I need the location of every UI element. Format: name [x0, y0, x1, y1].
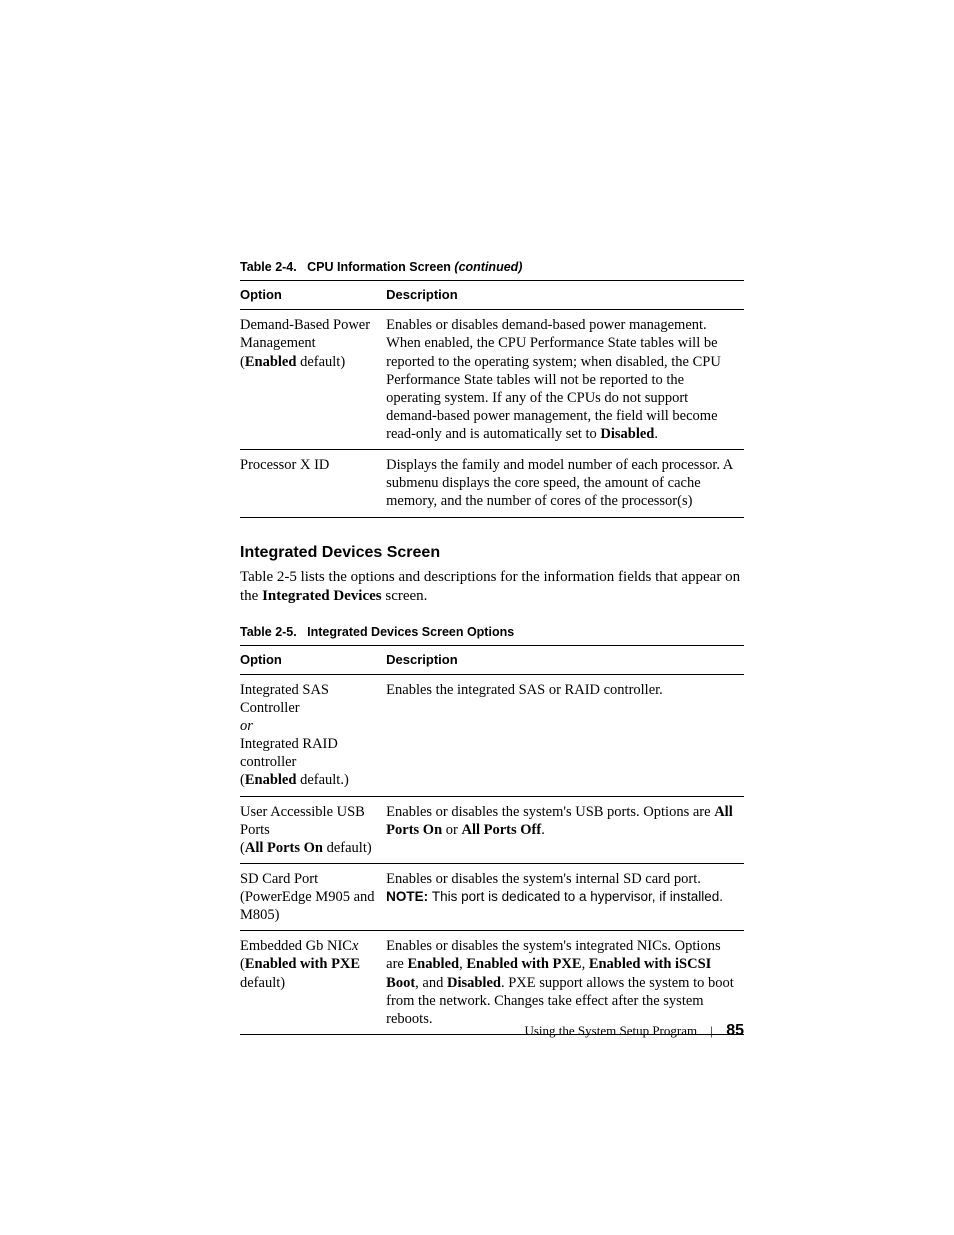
default-close: default) [296, 354, 345, 370]
default-close: default) [323, 840, 372, 856]
desc-text: , [582, 956, 589, 972]
description-cell: Enables the integrated SAS or RAID contr… [386, 674, 744, 796]
option-cell: Embedded Gb NICx (Enabled with PXE defau… [240, 931, 386, 1035]
table-row: Embedded Gb NICx (Enabled with PXE defau… [240, 931, 744, 1035]
option-or: or [240, 718, 253, 734]
desc-bold: Disabled [600, 426, 654, 442]
option-line: Integrated SAS Controller [240, 682, 329, 716]
option-line: Embedded Gb NIC [240, 938, 352, 954]
default-value: Enabled [245, 772, 297, 788]
table-row: Processor X ID Displays the family and m… [240, 450, 744, 517]
description-cell: Displays the family and model number of … [386, 450, 744, 517]
table-row: Integrated SAS Controller or Integrated … [240, 674, 744, 796]
description-cell: Enables or disables demand-based power m… [386, 310, 744, 450]
table-row: Demand-Based Power Management (Enabled d… [240, 310, 744, 450]
col-description: Description [386, 281, 744, 310]
section-paragraph: Table 2-5 lists the options and descript… [240, 568, 744, 607]
caption-title: Integrated Devices Screen Options [307, 625, 514, 639]
option-cell: Demand-Based Power Management (Enabled d… [240, 310, 386, 450]
table-2-4-caption: Table 2-4. CPU Information Screen (conti… [240, 260, 744, 274]
option-text: Demand-Based Power Management [240, 317, 370, 351]
option-cell: SD Card Port (PowerEdge M905 and M805) [240, 863, 386, 930]
description-cell: Enables or disables the system's USB por… [386, 796, 744, 863]
para-text-c: screen. [382, 588, 428, 604]
default-value: All Ports On [245, 840, 323, 856]
desc-bold: Enabled with PXE [466, 956, 581, 972]
default-close: default) [240, 975, 285, 991]
col-option: Option [240, 645, 386, 674]
footer-separator: | [710, 1023, 713, 1038]
option-line: (PowerEdge M905 and M805) [240, 889, 375, 923]
default-value: Enabled with PXE [245, 956, 360, 972]
default-value: Enabled [245, 354, 297, 370]
option-cell: Integrated SAS Controller or Integrated … [240, 674, 386, 796]
caption-suffix: (continued) [454, 260, 522, 274]
desc-text: . [541, 822, 545, 838]
description-cell: Enables or disables the system's integra… [386, 931, 744, 1035]
desc-bold: Disabled [447, 975, 501, 991]
table-2-5: Option Description Integrated SAS Contro… [240, 645, 744, 1035]
option-var: x [352, 938, 358, 954]
caption-prefix: Table 2-4. [240, 260, 297, 274]
desc-text: Enables or disables demand-based power m… [386, 317, 721, 442]
desc-text: or [442, 822, 461, 838]
option-line: Integrated RAID controller [240, 736, 338, 770]
option-line: User Accessible USB Ports [240, 804, 365, 838]
note-label: NOTE: [386, 889, 432, 904]
desc-text: Enables or disables the system's USB por… [386, 804, 714, 820]
desc-text: Enables or disables the system's interna… [386, 871, 701, 887]
page-number: 85 [726, 1022, 744, 1039]
desc-text: , and [415, 975, 447, 991]
description-cell: Enables or disables the system's interna… [386, 863, 744, 930]
option-cell: Processor X ID [240, 450, 386, 517]
table-row: SD Card Port (PowerEdge M905 and M805) E… [240, 863, 744, 930]
table-row: User Accessible USB Ports (All Ports On … [240, 796, 744, 863]
note-text: This port is dedicated to a hypervisor, … [432, 889, 723, 904]
footer-text: Using the System Setup Program [524, 1023, 697, 1038]
table-2-4: Option Description Demand-Based Power Ma… [240, 280, 744, 518]
section-heading: Integrated Devices Screen [240, 544, 744, 562]
caption-title: CPU Information Screen [307, 260, 454, 274]
page-footer: Using the System Setup Program | 85 [524, 1022, 744, 1040]
default-close: default.) [296, 772, 348, 788]
option-line: SD Card Port [240, 871, 318, 887]
desc-bold: Enabled [407, 956, 459, 972]
para-bold: Integrated Devices [262, 588, 382, 604]
caption-prefix: Table 2-5. [240, 625, 297, 639]
col-option: Option [240, 281, 386, 310]
option-cell: User Accessible USB Ports (All Ports On … [240, 796, 386, 863]
desc-tail: . [654, 426, 658, 442]
col-description: Description [386, 645, 744, 674]
desc-bold: All Ports Off [461, 822, 541, 838]
table-2-5-caption: Table 2-5. Integrated Devices Screen Opt… [240, 625, 744, 639]
